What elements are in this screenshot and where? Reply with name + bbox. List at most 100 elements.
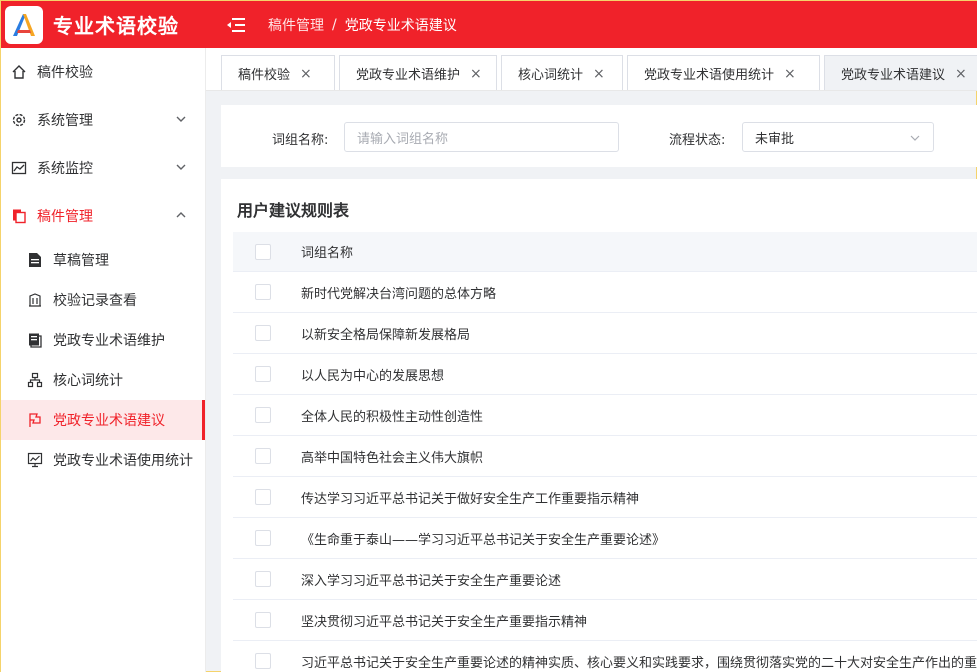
app-title: 专业术语校验 (53, 14, 179, 38)
chart-line-icon (10, 159, 28, 177)
phrase-cell: 高举中国特色社会主义伟大旗帜 (301, 450, 484, 466)
table-row: 全体人民的积极性主动性创造性 (233, 395, 977, 436)
sidebar-subitem-drafts[interactable]: 草稿管理 (1, 240, 205, 280)
monitor-chart-icon (26, 452, 43, 469)
document-stack-icon (10, 207, 28, 225)
sidebar: 稿件校验 系统管理 系统监控 稿件管理 草稿管理 校验记录查看 党政专业术语维护… (1, 48, 206, 672)
chevron-up-icon (176, 212, 186, 218)
gear-icon (10, 111, 28, 129)
sidebar-subitem-label: 草稿管理 (53, 253, 109, 269)
phrase-cell: 传达学习习近平总书记关于做好安全生产工作重要指示精神 (301, 491, 640, 507)
phrase-cell: 《生命重于泰山——学习习近平总书记关于安全生产重要论述》 (301, 532, 666, 548)
sidebar-subitem-label: 党政专业术语使用统计 (53, 453, 193, 469)
flow-status-label: 流程状态: (669, 133, 726, 148)
close-icon[interactable]: × (955, 66, 967, 82)
table-row: 深入学习习近平总书记关于安全生产重要论述 (233, 559, 977, 600)
sidebar-subitem-term-usage-stats[interactable]: 党政专业术语使用统计 (1, 440, 205, 480)
table-header-row: 词组名称 (233, 232, 977, 272)
flow-status-value: 未审批 (755, 131, 795, 147)
sidebar-subitem-label: 党政专业术语维护 (53, 333, 165, 349)
flow-status-select[interactable]: 未审批 (742, 122, 934, 152)
tab-manuscript-check[interactable]: 稿件校验 × (221, 55, 335, 90)
brand: 专业术语校验 (1, 1, 206, 48)
row-checkbox[interactable] (255, 366, 271, 382)
tab-label: 党政专业术语建议 (841, 68, 946, 83)
close-icon[interactable]: × (593, 66, 605, 82)
tab-term-maintenance[interactable]: 党政专业术语维护 × (339, 55, 497, 90)
tab-label: 稿件校验 (238, 68, 291, 83)
phrase-cell: 新时代党解决台湾问题的总体方略 (301, 286, 497, 302)
row-checkbox[interactable] (255, 489, 271, 505)
sidebar-item-manuscript-check[interactable]: 稿件校验 (1, 48, 205, 96)
home-icon (10, 63, 28, 81)
tab-core-word-stats[interactable]: 核心词统计 × (501, 55, 623, 90)
phrase-name-label: 词组名称: (272, 133, 329, 148)
sidebar-subitem-label: 党政专业术语建议 (53, 413, 165, 429)
row-checkbox[interactable] (255, 653, 271, 669)
flag-icon (26, 412, 43, 429)
phrase-cell: 全体人民的积极性主动性创造性 (301, 409, 484, 425)
close-icon[interactable]: × (300, 66, 312, 82)
row-checkbox[interactable] (255, 325, 271, 341)
chevron-down-icon (910, 135, 920, 141)
draft-icon (26, 252, 43, 269)
filter-panel: 词组名称: 请输入词组名称 流程状态: 未审批 (221, 105, 977, 167)
sidebar-subitem-check-records[interactable]: 校验记录查看 (1, 280, 205, 320)
tabs-bar: 稿件校验 × 党政专业术语维护 × 核心词统计 × 党政专业术语使用统计 × 党… (206, 48, 977, 91)
tab-label: 核心词统计 (518, 68, 584, 83)
suggestion-table-panel: 用户建议规则表 词组名称 新时代党解决台湾问题的总体方略 以新安全格局保障新发展… (221, 179, 977, 672)
sidebar-item-label: 系统管理 (37, 113, 93, 129)
sidebar-subitem-core-word-stats[interactable]: 核心词统计 (1, 360, 205, 400)
row-checkbox[interactable] (255, 284, 271, 300)
row-checkbox[interactable] (255, 448, 271, 464)
table-row: 《生命重于泰山——学习习近平总书记关于安全生产重要论述》 (233, 518, 977, 559)
sidebar-subitem-term-maintenance[interactable]: 党政专业术语维护 (1, 320, 205, 360)
table-row: 高举中国特色社会主义伟大旗帜 (233, 436, 977, 477)
tab-label: 党政专业术语使用统计 (644, 68, 775, 83)
sidebar-subitem-label: 核心词统计 (53, 373, 123, 389)
suggestion-table: 词组名称 新时代党解决台湾问题的总体方略 以新安全格局保障新发展格局 以人民为中… (233, 232, 977, 672)
phrase-name-input[interactable]: 请输入词组名称 (344, 122, 619, 152)
table-row: 以人民为中心的发展思想 (233, 354, 977, 395)
select-all-checkbox[interactable] (255, 243, 271, 260)
table-row: 以新安全格局保障新发展格局 (233, 313, 977, 354)
chevron-down-icon (176, 164, 186, 170)
sidebar-item-manuscript-management[interactable]: 稿件管理 (1, 192, 205, 240)
table-row: 习近平总书记关于安全生产重要论述的精神实质、核心要义和实践要求，围绕贯彻落实党的… (233, 641, 977, 672)
sidebar-item-label: 稿件校验 (37, 65, 93, 81)
sidebar-item-system-management[interactable]: 系统管理 (1, 96, 205, 144)
sidebar-item-label: 稿件管理 (37, 209, 93, 225)
breadcrumb-separator: / (332, 16, 337, 33)
app-logo (5, 5, 43, 44)
breadcrumb-current: 党政专业术语建议 (344, 17, 457, 34)
tab-term-suggestions[interactable]: 党政专业术语建议 × (824, 55, 977, 90)
sidebar-subitem-label: 校验记录查看 (53, 293, 137, 309)
table-title: 用户建议规则表 (237, 201, 350, 220)
row-checkbox[interactable] (255, 571, 271, 587)
menu-toggle-icon[interactable] (226, 16, 248, 34)
row-checkbox[interactable] (255, 530, 271, 546)
phrase-cell: 以人民为中心的发展思想 (301, 368, 445, 384)
row-checkbox[interactable] (255, 407, 271, 423)
sidebar-item-label: 系统监控 (37, 161, 93, 177)
close-icon[interactable]: × (784, 66, 796, 82)
hierarchy-icon (26, 372, 43, 389)
breadcrumb: 稿件管理 / 党政专业术语建议 (268, 15, 457, 35)
book-icon (26, 332, 43, 349)
breadcrumb-item-manuscript[interactable]: 稿件管理 (268, 15, 324, 35)
phrase-cell: 深入学习习近平总书记关于安全生产重要论述 (301, 573, 562, 589)
sidebar-item-system-monitor[interactable]: 系统监控 (1, 144, 205, 192)
tab-label: 党政专业术语维护 (356, 68, 461, 83)
phrase-cell: 坚决贯彻习近平总书记关于安全生产重要指示精神 (301, 614, 588, 630)
tab-term-usage-stats[interactable]: 党政专业术语使用统计 × (627, 55, 820, 90)
sidebar-subitem-term-suggestions[interactable]: 党政专业术语建议 (1, 400, 205, 440)
close-icon[interactable]: × (470, 66, 482, 82)
table-row: 新时代党解决台湾问题的总体方略 (233, 272, 977, 313)
top-header: 专业术语校验 稿件管理 / 党政专业术语建议 (1, 1, 977, 48)
row-checkbox[interactable] (255, 612, 271, 628)
table-row: 传达学习习近平总书记关于做好安全生产工作重要指示精神 (233, 477, 977, 518)
column-header-phrase-name: 词组名称 (301, 246, 354, 261)
phrase-cell: 习近平总书记关于安全生产重要论述的精神实质、核心要义和实践要求，围绕贯彻落实党的… (301, 655, 977, 671)
building-icon (26, 292, 43, 309)
table-row: 坚决贯彻习近平总书记关于安全生产重要指示精神 (233, 600, 977, 641)
